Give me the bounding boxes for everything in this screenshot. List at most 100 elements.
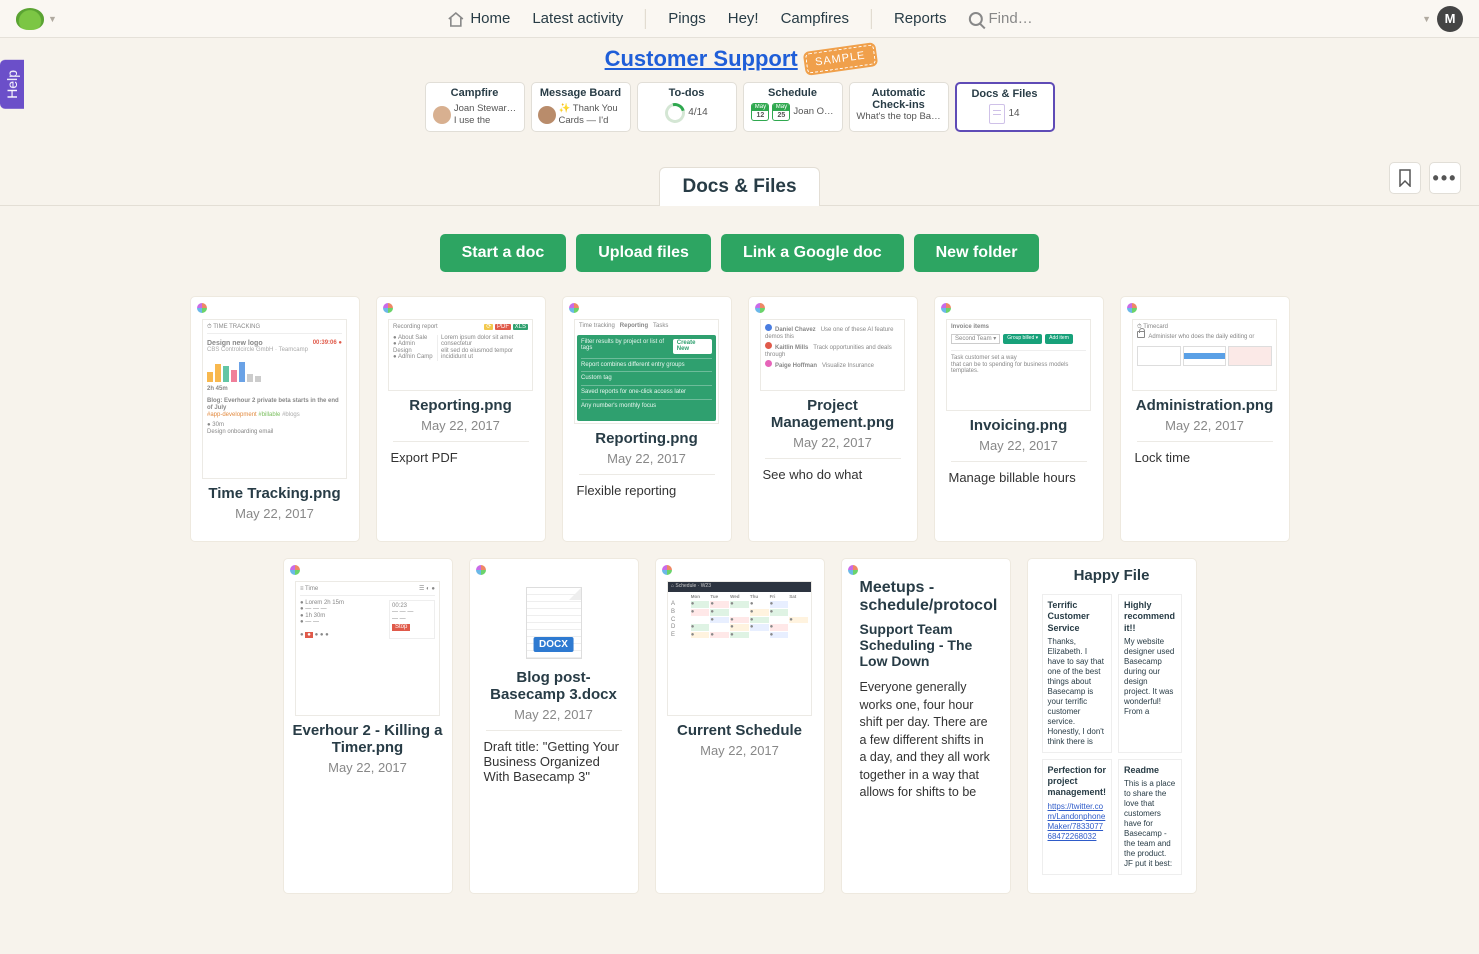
- file-card-meetups[interactable]: Meetups - schedule/protocol Support Team…: [841, 558, 1011, 894]
- section-header-row: Docs & Files •••: [0, 166, 1479, 206]
- ellipsis-icon: •••: [1433, 168, 1458, 189]
- file-description: Lock time: [1129, 442, 1281, 465]
- file-thumbnail: ⌂ Schedule · W23 MonTueWedThuFriSat A●●●…: [667, 581, 812, 716]
- folder-title: Happy File: [1036, 561, 1188, 594]
- file-card-administration[interactable]: ⏱ Timecard Administer who does the daily…: [1120, 296, 1290, 542]
- tool-checkins[interactable]: Automatic Check-ins What's the top Ba…: [849, 82, 949, 132]
- avatar-chip-icon: [433, 106, 451, 124]
- doc-heading: Meetups - schedule/protocol: [860, 579, 992, 615]
- file-card-reporting-1[interactable]: Recording report⟳ PDF XLS ● About Sale● …: [376, 296, 546, 542]
- file-thumbnail: ≡ Time☰ ◐ ● ● Lorem 2h 15m● — — —● 1h 30…: [295, 581, 440, 716]
- color-ring-icon: [290, 565, 300, 575]
- help-tab[interactable]: Help: [0, 60, 24, 109]
- file-description: Flexible reporting: [571, 475, 723, 498]
- nav-latest-activity[interactable]: Latest activity: [532, 10, 623, 27]
- nav-center: Home Latest activity Pings Hey! Campfire…: [446, 0, 1032, 37]
- start-doc-button[interactable]: Start a doc: [440, 234, 567, 272]
- file-date: May 22, 2017: [579, 447, 715, 475]
- file-thumbnail: ⏱ Timecard Administer who does the daily…: [1132, 319, 1277, 391]
- file-card-current-schedule[interactable]: ⌂ Schedule · W23 MonTueWedThuFriSat A●●●…: [655, 558, 825, 894]
- file-date: May 22, 2017: [951, 434, 1087, 462]
- new-folder-button[interactable]: New folder: [914, 234, 1040, 272]
- nav-right: ▼ M: [1418, 6, 1463, 32]
- home-icon: [446, 11, 464, 27]
- top-nav: ▼ Home Latest activity Pings Hey! Campfi…: [0, 0, 1479, 38]
- nav-home[interactable]: Home: [446, 10, 510, 27]
- file-card-happy-file[interactable]: Happy File Terrific Customer ServiceThan…: [1027, 558, 1197, 894]
- happy-tile-link[interactable]: https://twitter.com/LandonphoneMaker/783…: [1048, 802, 1106, 841]
- color-ring-icon: [662, 565, 672, 575]
- file-name: Reporting.png: [385, 397, 537, 414]
- file-thumbnail: Daniel Chavez Use one of these AI featur…: [760, 319, 905, 391]
- nav-find-label: Find…: [988, 10, 1032, 27]
- upload-files-button[interactable]: Upload files: [576, 234, 711, 272]
- file-description: Draft title: "Getting Your Business Orga…: [478, 731, 630, 784]
- section-title-tab: Docs & Files: [659, 167, 819, 206]
- file-name: Invoicing.png: [943, 417, 1095, 434]
- file-card-everhour[interactable]: ≡ Time☰ ◐ ● ● Lorem 2h 15m● — — —● 1h 30…: [283, 558, 453, 894]
- caret-down-icon: ▼: [48, 14, 57, 24]
- file-date: May 22, 2017: [765, 431, 901, 459]
- tool-schedule[interactable]: Schedule May12 May25 Joan O…: [743, 82, 843, 132]
- doc-subheading: Support Team Scheduling - The Low Down: [860, 621, 992, 669]
- nav-reports[interactable]: Reports: [894, 10, 947, 27]
- file-description: Manage billable hours: [943, 462, 1095, 485]
- file-name: Blog post- Basecamp 3.docx: [478, 669, 630, 703]
- nav-separator: [645, 9, 646, 29]
- file-description: Export PDF: [385, 442, 537, 465]
- file-name: Everhour 2 - Killing a Timer.png: [292, 722, 444, 756]
- color-ring-icon: [569, 303, 579, 313]
- tool-docs-files[interactable]: Docs & Files 14: [955, 82, 1055, 132]
- color-ring-icon: [197, 303, 207, 313]
- file-thumbnail: ⏱ TIME TRACKING Design new logo00:39:06 …: [202, 319, 347, 479]
- color-ring-icon: [1127, 303, 1137, 313]
- file-card-reporting-2[interactable]: Time tracking Reporting Tasks Filter res…: [562, 296, 732, 542]
- file-date: May 22, 2017: [207, 502, 343, 529]
- avatar-chip-icon: [538, 106, 556, 124]
- file-date: May 22, 2017: [672, 739, 808, 766]
- project-header: Customer Support SAMPLE: [0, 46, 1479, 72]
- action-button-row: Start a doc Upload files Link a Google d…: [0, 234, 1479, 272]
- nav-campfires[interactable]: Campfires: [781, 10, 849, 27]
- color-ring-icon: [941, 303, 951, 313]
- happy-tile: Terrific Customer ServiceThanks, Elizabe…: [1042, 594, 1113, 753]
- file-date: May 22, 2017: [393, 414, 529, 442]
- happy-tile: ReadmeThis is a place to share the love …: [1118, 759, 1181, 875]
- file-name: Reporting.png: [571, 430, 723, 447]
- tool-todos[interactable]: To-dos 4/14: [637, 82, 737, 132]
- happy-file-grid: Terrific Customer ServiceThanks, Elizabe…: [1036, 594, 1188, 881]
- product-switcher[interactable]: ▼: [16, 8, 57, 30]
- search-icon: [968, 12, 982, 26]
- nav-pings[interactable]: Pings: [668, 10, 706, 27]
- caret-down-icon: ▼: [1422, 14, 1431, 24]
- file-date: May 22, 2017: [300, 756, 436, 783]
- tool-campfire[interactable]: Campfire Joan Stewar… I use the: [425, 82, 525, 132]
- file-name: Project Management.png: [757, 397, 909, 431]
- project-title-link[interactable]: Customer Support: [605, 46, 798, 72]
- link-google-doc-button[interactable]: Link a Google doc: [721, 234, 904, 272]
- color-ring-icon: [755, 303, 765, 313]
- file-thumbnail: Recording report⟳ PDF XLS ● About Sale● …: [388, 319, 533, 391]
- sample-badge: SAMPLE: [805, 44, 876, 73]
- bookmark-button[interactable]: [1389, 162, 1421, 194]
- bookmark-icon: [1398, 169, 1412, 187]
- file-description: See who do what: [757, 459, 909, 482]
- file-date: May 22, 2017: [1137, 414, 1273, 442]
- tool-message-board[interactable]: Message Board ✨ Thank You Cards — I'd: [531, 82, 631, 132]
- file-card-invoicing[interactable]: Invoice items Second Team ▾ Group billed…: [934, 296, 1104, 542]
- nav-find[interactable]: Find…: [968, 10, 1032, 27]
- file-card-time-tracking[interactable]: ⏱ TIME TRACKING Design new logo00:39:06 …: [190, 296, 360, 542]
- happy-tile: Highly recommend it!!My website designer…: [1118, 594, 1181, 753]
- user-avatar[interactable]: M: [1437, 6, 1463, 32]
- more-options-button[interactable]: •••: [1429, 162, 1461, 194]
- section-actions: •••: [1389, 162, 1461, 194]
- calendar-chip-icon: May12: [751, 103, 769, 121]
- doc-body: Everyone generally works one, four hour …: [860, 679, 992, 802]
- color-ring-icon: [383, 303, 393, 313]
- happy-tile: Perfection for project management!https:…: [1042, 759, 1113, 875]
- file-name: Time Tracking.png: [199, 485, 351, 502]
- file-card-project-management[interactable]: Daniel Chavez Use one of these AI featur…: [748, 296, 918, 542]
- color-ring-icon: [848, 565, 858, 575]
- file-card-blog-docx[interactable]: DOCX Blog post- Basecamp 3.docx May 22, …: [469, 558, 639, 894]
- nav-hey[interactable]: Hey!: [728, 10, 759, 27]
